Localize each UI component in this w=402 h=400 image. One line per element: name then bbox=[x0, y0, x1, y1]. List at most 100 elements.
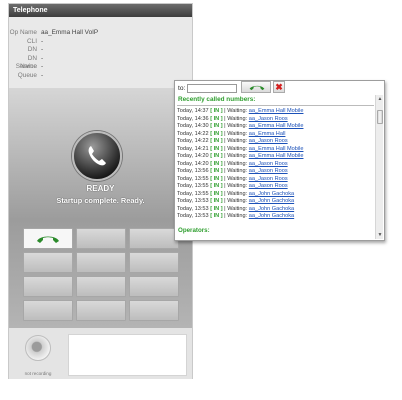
list-item: Today, 13:55 [ IN ] | Waiting: aa_Jason … bbox=[177, 175, 288, 182]
keypad-button[interactable] bbox=[129, 276, 179, 297]
call-state: Waiting: bbox=[227, 175, 248, 182]
dial-popup: to: ✖ Recently called numbers: Today, 14… bbox=[174, 80, 385, 241]
call-time: Today, 14:37 bbox=[177, 108, 209, 114]
caller-link[interactable]: aa_Emma Hall Mobile bbox=[249, 123, 304, 129]
list-item: Today, 14:22 [ IN ] | Waiting: aa_Jason … bbox=[177, 138, 288, 144]
list-item: Today, 14:20 [ IN ] | Waiting: aa_Emma H… bbox=[177, 153, 304, 159]
call-state: Waiting: bbox=[227, 115, 248, 122]
info-label: Service bbox=[15, 63, 37, 71]
call-state: Waiting: bbox=[227, 160, 248, 167]
to-row: to: bbox=[178, 82, 238, 94]
list-item: Today, 14:36 [ IN ] | Waiting: aa_Jason … bbox=[177, 115, 288, 122]
info-value: - bbox=[41, 71, 44, 79]
caller-link[interactable]: aa_Emma Hall Mobile bbox=[249, 108, 304, 114]
keypad-button[interactable] bbox=[76, 252, 126, 273]
caller-link[interactable]: aa_John Gachoka bbox=[249, 198, 294, 204]
keypad-button[interactable] bbox=[23, 276, 73, 297]
caller-link[interactable]: aa_Jason Roos bbox=[249, 138, 288, 144]
keypad-button[interactable] bbox=[129, 252, 179, 273]
call-direction: [ IN ] bbox=[210, 198, 223, 204]
info-row-op-name: Op Name aa_Emma Hall VoIP bbox=[9, 29, 192, 38]
info-value: - bbox=[41, 37, 44, 45]
keypad-button[interactable] bbox=[129, 228, 179, 249]
phone-display: READY Startup complete. Ready. bbox=[9, 88, 192, 328]
list-item: Today, 14:22 [ IN ] | Waiting: aa_Emma H… bbox=[177, 130, 286, 137]
record-status: not recording bbox=[24, 371, 52, 376]
call-info: Op Name aa_Emma Hall VoIP CLI - DN - DN … bbox=[9, 17, 192, 90]
call-direction: [ IN ] bbox=[210, 138, 223, 144]
info-value: - bbox=[41, 54, 44, 62]
info-label: CLI bbox=[27, 37, 37, 45]
call-direction: [ IN ] bbox=[210, 168, 223, 174]
info-label: DN Name bbox=[19, 54, 37, 71]
call-state: Waiting: bbox=[227, 190, 248, 197]
caller-link[interactable]: aa_Emma Hall bbox=[249, 131, 286, 137]
to-label: to: bbox=[178, 84, 186, 92]
divider bbox=[177, 105, 374, 106]
caller-link[interactable]: aa_Jason Roos bbox=[249, 176, 288, 182]
keypad-button[interactable] bbox=[23, 300, 73, 321]
call-direction: [ IN ] bbox=[210, 205, 223, 212]
to-input[interactable] bbox=[187, 83, 238, 93]
keypad-button[interactable] bbox=[76, 228, 126, 249]
phone-status-icon bbox=[72, 131, 122, 181]
info-row-cli: CLI - bbox=[9, 38, 192, 47]
call-direction: [ IN ] bbox=[210, 190, 223, 197]
scrollbar[interactable]: ▲ ▼ bbox=[375, 95, 383, 239]
hangup-button[interactable]: ✖ bbox=[273, 81, 285, 93]
list-item: Today, 14:21 [ IN ] | Waiting: aa_Emma H… bbox=[177, 145, 304, 152]
call-state: Waiting: bbox=[227, 123, 248, 129]
caller-link[interactable]: aa_Jason Roos bbox=[249, 161, 288, 167]
record-button[interactable] bbox=[25, 335, 51, 361]
call-state: Waiting: bbox=[227, 198, 248, 204]
call-direction: [ IN ] bbox=[210, 108, 223, 114]
recording-area: not recording bbox=[9, 328, 192, 379]
call-direction: [ IN ] bbox=[210, 115, 223, 122]
call-time: Today, 13:55 bbox=[177, 190, 209, 197]
list-item: Today, 14:37 [ IN ] | Waiting: aa_Emma H… bbox=[177, 108, 304, 114]
call-state: Waiting: bbox=[227, 145, 248, 152]
caller-link[interactable]: aa_John Gachoka bbox=[249, 191, 294, 197]
call-state: Waiting: bbox=[227, 205, 248, 212]
call-time: Today, 14:20 bbox=[177, 160, 209, 167]
answer-button[interactable] bbox=[23, 228, 73, 249]
list-item: Today, 13:53 [ IN ] | Waiting: aa_John G… bbox=[177, 198, 295, 204]
caller-link[interactable]: aa_Emma Hall Mobile bbox=[249, 153, 304, 159]
caller-link[interactable]: aa_Jason Roos bbox=[249, 183, 288, 189]
caller-link[interactable]: aa_Jason Roos bbox=[249, 168, 288, 174]
call-direction: [ IN ] bbox=[210, 145, 223, 152]
keypad-button[interactable] bbox=[76, 276, 126, 297]
notes-area[interactable] bbox=[68, 334, 187, 376]
dial-button[interactable] bbox=[241, 81, 271, 93]
telephone-panel: Telephone Op Name aa_Emma Hall VoIP CLI … bbox=[8, 3, 193, 379]
call-time: Today, 14:21 bbox=[177, 145, 209, 152]
scroll-up-icon[interactable]: ▲ bbox=[377, 96, 383, 102]
keypad-button[interactable] bbox=[23, 252, 73, 273]
caller-link[interactable]: aa_John Gachoka bbox=[249, 206, 294, 212]
info-row-dn: DN - bbox=[9, 46, 192, 55]
call-time: Today, 14:30 bbox=[177, 123, 209, 129]
keypad-button[interactable] bbox=[76, 300, 126, 321]
caller-link[interactable]: aa_Jason Roos bbox=[249, 116, 288, 122]
call-state: Waiting: bbox=[227, 168, 248, 174]
phone-state: READY bbox=[86, 184, 115, 193]
call-direction: [ IN ] bbox=[210, 153, 223, 159]
call-direction: [ IN ] bbox=[210, 183, 223, 189]
call-time: Today, 13:53 bbox=[177, 198, 209, 204]
window-title: Telephone bbox=[9, 4, 192, 17]
call-time: Today, 13:53 bbox=[177, 213, 209, 219]
call-state: Waiting: bbox=[227, 130, 248, 137]
call-time: Today, 14:22 bbox=[177, 138, 209, 144]
caller-link[interactable]: aa_Emma Hall Mobile bbox=[249, 146, 304, 152]
keypad-button[interactable] bbox=[129, 300, 179, 321]
call-direction: [ IN ] bbox=[210, 160, 223, 167]
scroll-thumb[interactable] bbox=[377, 110, 383, 124]
list-item: Today, 13:55 [ IN ] | Waiting: aa_John G… bbox=[177, 190, 295, 197]
scroll-down-icon[interactable]: ▼ bbox=[377, 232, 383, 238]
info-row-service: Service - bbox=[9, 63, 192, 72]
call-direction: [ IN ] bbox=[210, 175, 223, 182]
close-icon: ✖ bbox=[275, 82, 283, 92]
caller-link[interactable]: aa_John Gachoka bbox=[249, 213, 294, 219]
call-time: Today, 13:55 bbox=[177, 183, 209, 189]
status-message: Startup complete. Ready. bbox=[56, 196, 145, 205]
